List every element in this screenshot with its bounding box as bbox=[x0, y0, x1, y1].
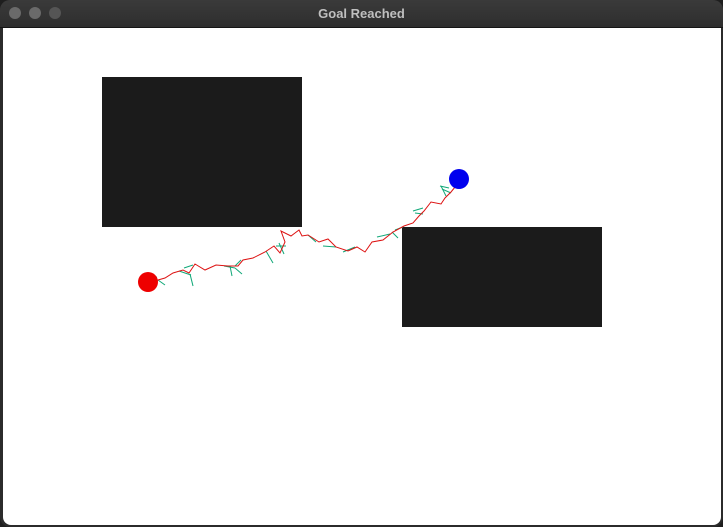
app-window: Goal Reached bbox=[0, 0, 723, 527]
title-bar[interactable]: Goal Reached bbox=[0, 0, 723, 28]
obstacle-top-left bbox=[102, 77, 302, 227]
obstacle-right bbox=[402, 227, 602, 327]
start-marker bbox=[138, 272, 158, 292]
planner-canvas[interactable] bbox=[3, 28, 721, 525]
window-title: Goal Reached bbox=[318, 6, 405, 21]
goal-marker bbox=[449, 169, 469, 189]
planner-scene bbox=[102, 77, 602, 327]
